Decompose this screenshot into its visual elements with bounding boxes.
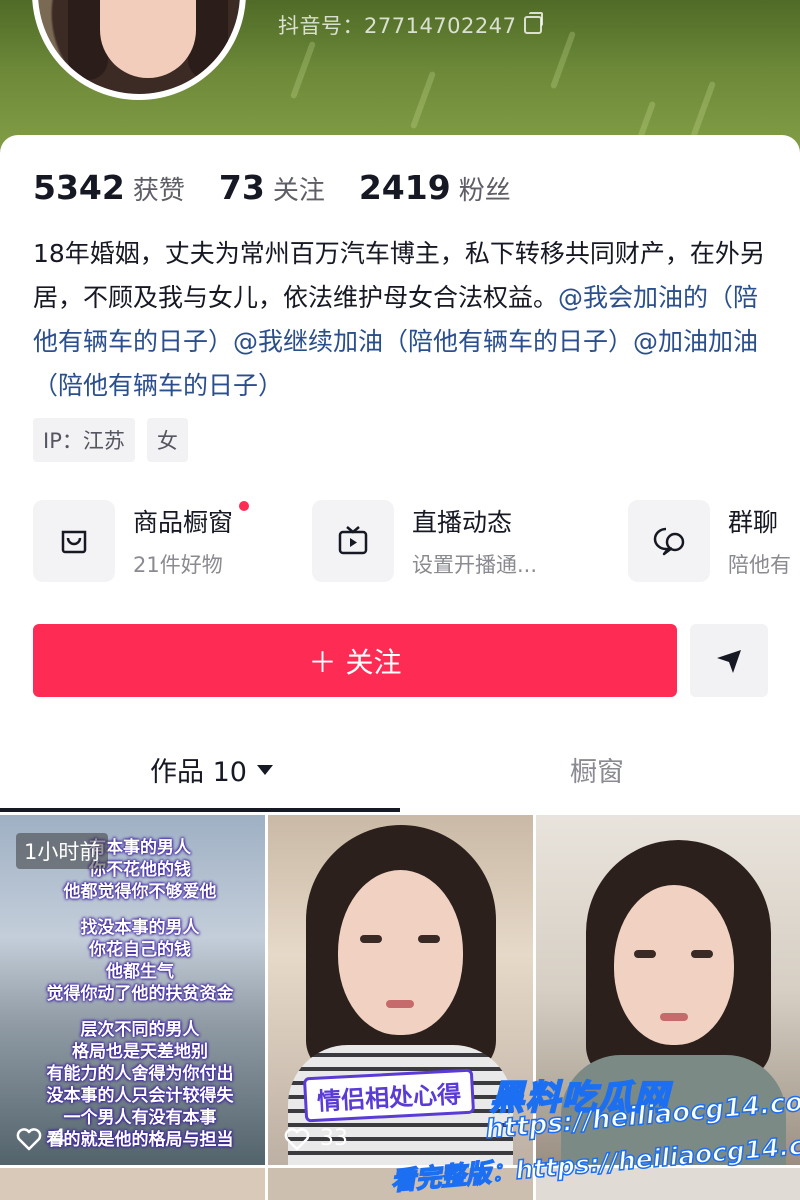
tab-shop-label: 橱窗 (570, 757, 624, 788)
tab-works[interactable]: 作品 10 (150, 750, 273, 789)
tab-active-indicator (0, 808, 400, 812)
stat-followers-label: 粉丝 (458, 176, 511, 206)
video-grid: 有本事的男人 你不花他的钱 他都觉得你不够爱他 找没本事的男人 你花自己的钱 他… (0, 815, 800, 1200)
video-likes: 33 (284, 1126, 348, 1151)
video-thumbnail[interactable]: 有本事的男人 你不花他的钱 他都觉得你不够爱他 找没本事的男人 你花自己的钱 他… (0, 815, 265, 1165)
profile-tags: IP：江苏 女 (33, 418, 188, 462)
shortcut-shop-window[interactable]: 商品橱窗 21件好物 (33, 500, 250, 582)
video-caption-banner: 情侣相处心得 (302, 1068, 476, 1123)
bag-icon (33, 500, 115, 582)
content-tabs: 作品 10 橱窗 (0, 740, 800, 812)
video-thumbnail[interactable] (536, 1168, 800, 1200)
shortcut-live[interactable]: 直播动态 设置开播通... (312, 500, 537, 582)
tv-icon (312, 500, 394, 582)
video-person (536, 815, 800, 1165)
tab-shop[interactable]: 橱窗 (570, 750, 624, 789)
stat-likes-count: 5342 (33, 168, 125, 207)
heart-icon (16, 1127, 42, 1150)
video-thumbnail[interactable] (0, 1168, 265, 1200)
video-thumbnail[interactable] (268, 1168, 533, 1200)
time-badge: 1小时前 (16, 833, 109, 869)
stat-likes: 5342 获赞 (33, 168, 185, 207)
video-thumbnail[interactable]: 情侣相处心得 33 (268, 815, 533, 1165)
follow-button[interactable]: ＋ 关注 (33, 624, 677, 697)
stat-followers-count: 2419 (358, 168, 451, 207)
stat-likes-label: 获赞 (132, 176, 185, 206)
notification-dot (239, 501, 250, 511)
tag-gender: 女 (146, 418, 188, 462)
shortcut-shop-title: 商品橱窗 (133, 508, 234, 537)
chat-icon (628, 500, 710, 582)
stat-following[interactable]: 73 关注 (219, 168, 325, 207)
video-thumbnail[interactable] (536, 815, 800, 1165)
stat-followers[interactable]: 2419 粉丝 (359, 168, 511, 207)
douyin-id-text: 抖音号：27714702247 (278, 14, 517, 38)
profile-bio: 18年婚姻，丈夫为常州百万汽车博主，私下转移共同财产，在外另居，不顾及我与女儿，… (33, 232, 768, 408)
copy-icon[interactable] (524, 12, 544, 34)
chevron-down-icon (256, 764, 273, 775)
stat-following-count: 73 (218, 168, 265, 207)
tag-ip-location: IP：江苏 (33, 418, 135, 462)
video-like-count: 4 (52, 1126, 66, 1151)
heart-icon (284, 1127, 310, 1150)
shortcut-shop-subtitle: 21件好物 (133, 553, 223, 577)
shortcut-group-subtitle: 陪他有 (728, 553, 791, 577)
shortcut-group-title: 群聊 (728, 508, 779, 537)
stat-following-label: 关注 (272, 176, 325, 206)
share-button[interactable] (690, 624, 768, 697)
shortcut-live-subtitle: 设置开播通... (412, 553, 538, 577)
video-overlay-text: 有本事的男人 你不花他的钱 他都觉得你不够爱他 找没本事的男人 你花自己的钱 他… (46, 838, 234, 1150)
shortcut-row: 商品橱窗 21件好物 直播动态 设置开播通... 群聊 陪他有 (33, 500, 800, 590)
video-likes: 4 (16, 1126, 66, 1151)
video-like-count: 33 (320, 1126, 348, 1151)
profile-stats: 5342 获赞 73 关注 2419 粉丝 (33, 168, 511, 207)
douyin-id[interactable]: 抖音号：27714702247 (278, 10, 544, 40)
send-icon (717, 649, 741, 673)
tab-works-label: 作品 10 (150, 757, 247, 788)
shortcut-group-chat[interactable]: 群聊 陪他有 (628, 500, 791, 582)
shortcut-live-title: 直播动态 (412, 508, 513, 537)
